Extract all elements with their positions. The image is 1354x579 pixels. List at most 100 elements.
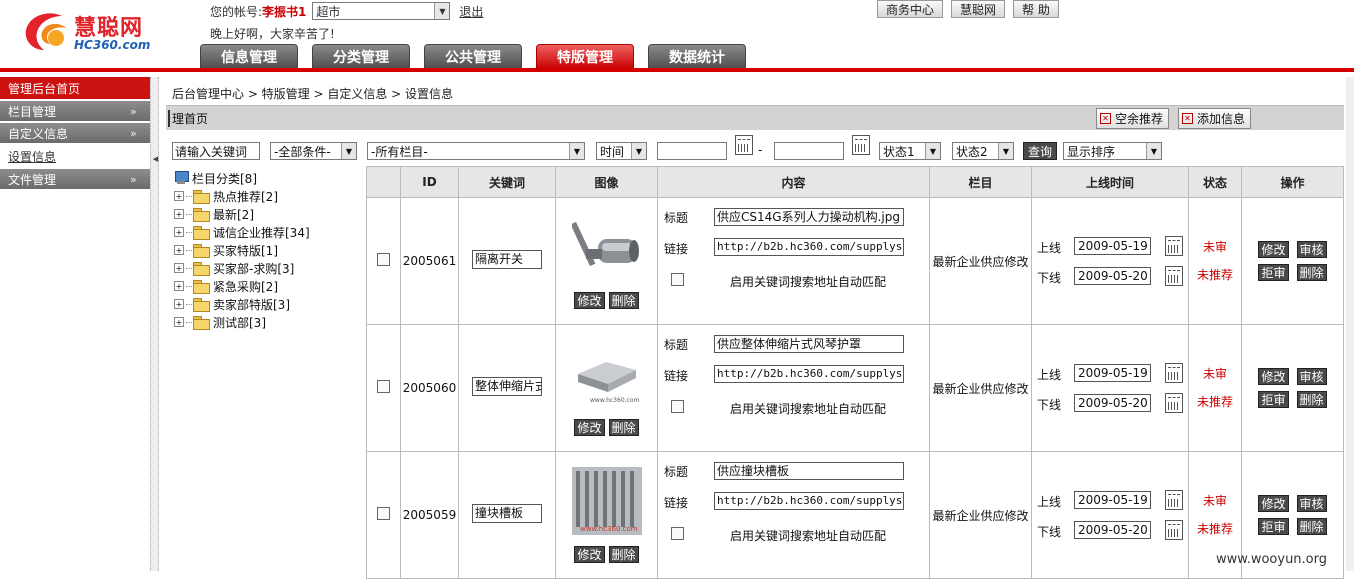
row-review-button[interactable]: 审核 [1296,495,1327,512]
image-edit-button[interactable]: 修改 [574,546,605,563]
start-date-input[interactable] [657,142,727,160]
row-delete-button[interactable]: 删除 [1296,518,1327,535]
row-reject-button[interactable]: 拒审 [1258,264,1289,281]
tab-special-management[interactable]: 特版管理 [536,44,634,69]
image-edit-button[interactable]: 修改 [574,419,605,436]
collapse-arrow-icon[interactable]: ◀ [151,155,160,163]
expand-plus-icon[interactable]: + [174,191,184,201]
offline-date-field[interactable]: 2009-05-20 [1074,521,1151,539]
calendar-icon[interactable] [1165,266,1183,286]
title-field[interactable]: 供应撞块槽板 [714,462,904,480]
tree-node[interactable]: + 紧急采购[2] [174,277,369,295]
link-field[interactable]: http://b2b.hc360.com/supplyself [714,238,904,256]
row-reject-button[interactable]: 拒审 [1258,518,1289,535]
status1-select[interactable]: 状态1 ▼ [879,142,941,160]
calendar-icon[interactable] [1165,236,1183,256]
help-button[interactable]: 帮 助 [1013,0,1059,18]
keyword-field[interactable]: 隔离开关 [472,250,542,269]
keyword-field[interactable]: 整体伸缩片式 [472,377,542,396]
row-delete-button[interactable]: 删除 [1296,391,1327,408]
column-header-column[interactable]: 栏目 [929,166,1032,198]
row-edit-button[interactable]: 修改 [1258,495,1289,512]
row-checkbox[interactable] [377,507,390,520]
calendar-icon[interactable] [735,135,753,155]
row-edit-button[interactable]: 修改 [1258,368,1289,385]
expand-plus-icon[interactable]: + [174,245,184,255]
auto-match-checkbox[interactable] [671,400,684,413]
tree-root[interactable]: 栏目分类[8] [174,169,369,187]
product-image[interactable]: www.hc360.com [572,340,642,408]
row-delete-button[interactable]: 删除 [1296,264,1327,281]
image-delete-button[interactable]: 删除 [608,292,639,309]
auto-match-checkbox[interactable] [671,527,684,540]
time-select[interactable]: 时间 ▼ [596,142,647,160]
business-center-button[interactable]: 商务中心 [877,0,944,18]
tree-node[interactable]: + 最新[2] [174,205,369,223]
hc360-button[interactable]: 慧聪网 [951,0,1006,18]
row-edit-button[interactable]: 修改 [1258,241,1289,258]
image-delete-button[interactable]: 删除 [608,419,639,436]
tab-public-management[interactable]: 公共管理 [424,44,522,69]
calendar-icon[interactable] [1165,363,1183,383]
vertical-scrollbar[interactable] [1346,77,1354,571]
sidebar-item-home[interactable]: 管理后台首页 [0,77,150,101]
end-date-input[interactable] [774,142,844,160]
logo[interactable]: 慧聪网 HC360.com [22,8,182,56]
tree-node[interactable]: + 测试部[3] [174,313,369,331]
column-header-online-time[interactable]: 上线时间 [1031,166,1189,198]
title-field[interactable]: 供应CS14G系列人力操动机构.jpg [714,208,904,226]
row-review-button[interactable]: 审核 [1296,368,1327,385]
calendar-icon[interactable] [1165,520,1183,540]
image-delete-button[interactable]: 删除 [608,546,639,563]
sort-select[interactable]: 显示排序 ▼ [1063,142,1162,160]
tree-node[interactable]: + 卖家部特版[3] [174,295,369,313]
sidebar-splitter[interactable]: ◀ [150,77,159,571]
logout-link[interactable]: 退出 [459,3,483,20]
sidebar-item-columns[interactable]: 栏目管理 » [0,101,150,123]
online-date-field[interactable]: 2009-05-19 [1074,491,1151,509]
row-checkbox[interactable] [377,253,390,266]
online-date-field[interactable]: 2009-05-19 [1074,237,1151,255]
calendar-icon[interactable] [1165,490,1183,510]
keyword-field[interactable]: 撞块槽板 [472,504,542,523]
tab-category-management[interactable]: 分类管理 [312,44,410,69]
tab-data-statistics[interactable]: 数据统计 [648,44,746,69]
product-image[interactable] [570,213,642,281]
add-info-button[interactable]: ✕ 添加信息 [1178,108,1252,129]
row-review-button[interactable]: 审核 [1296,241,1327,258]
tree-node[interactable]: + 热点推荐[2] [174,187,369,205]
query-button[interactable]: 查询 [1023,142,1058,160]
link-field[interactable]: http://b2b.hc360.com/supplyself [714,365,904,383]
link-field[interactable]: http://b2b.hc360.com/supplyself [714,492,904,510]
tab-info-management[interactable]: 信息管理 [200,44,298,69]
clear-recommend-button[interactable]: ✕ 空余推荐 [1096,108,1170,129]
sidebar-subitem-settings[interactable]: 设置信息 [0,145,150,169]
expand-plus-icon[interactable]: + [174,299,184,309]
expand-plus-icon[interactable]: + [174,209,184,219]
product-image[interactable]: www.hc360.com [571,467,642,535]
calendar-icon[interactable] [852,135,870,155]
status2-select[interactable]: 状态2 ▼ [952,142,1014,160]
tree-node[interactable]: + 买家部-求购[3] [174,259,369,277]
online-date-field[interactable]: 2009-05-19 [1074,364,1151,382]
row-reject-button[interactable]: 拒审 [1258,391,1289,408]
sidebar-item-custom-info[interactable]: 自定义信息 » [0,123,150,145]
expand-plus-icon[interactable]: + [174,263,184,273]
keyword-input[interactable]: 请输入关键词 [172,142,260,160]
expand-plus-icon[interactable]: + [174,317,184,327]
column-select[interactable]: -所有栏目- ▼ [367,142,585,160]
calendar-icon[interactable] [1165,393,1183,413]
condition-select[interactable]: -全部条件- ▼ [270,142,357,160]
row-checkbox[interactable] [377,380,390,393]
offline-date-field[interactable]: 2009-05-20 [1074,394,1151,412]
image-edit-button[interactable]: 修改 [574,292,605,309]
market-select[interactable]: 超市 ▼ [312,2,451,20]
tree-node[interactable]: + 诚信企业推荐[34] [174,223,369,241]
tree-node[interactable]: + 买家特版[1] [174,241,369,259]
expand-plus-icon[interactable]: + [174,227,184,237]
expand-plus-icon[interactable]: + [174,281,184,291]
sidebar-item-files[interactable]: 文件管理 » [0,169,150,191]
offline-date-field[interactable]: 2009-05-20 [1074,267,1151,285]
column-header-id[interactable]: ID [400,166,459,198]
column-header-keyword[interactable]: 关键词 [458,166,556,198]
